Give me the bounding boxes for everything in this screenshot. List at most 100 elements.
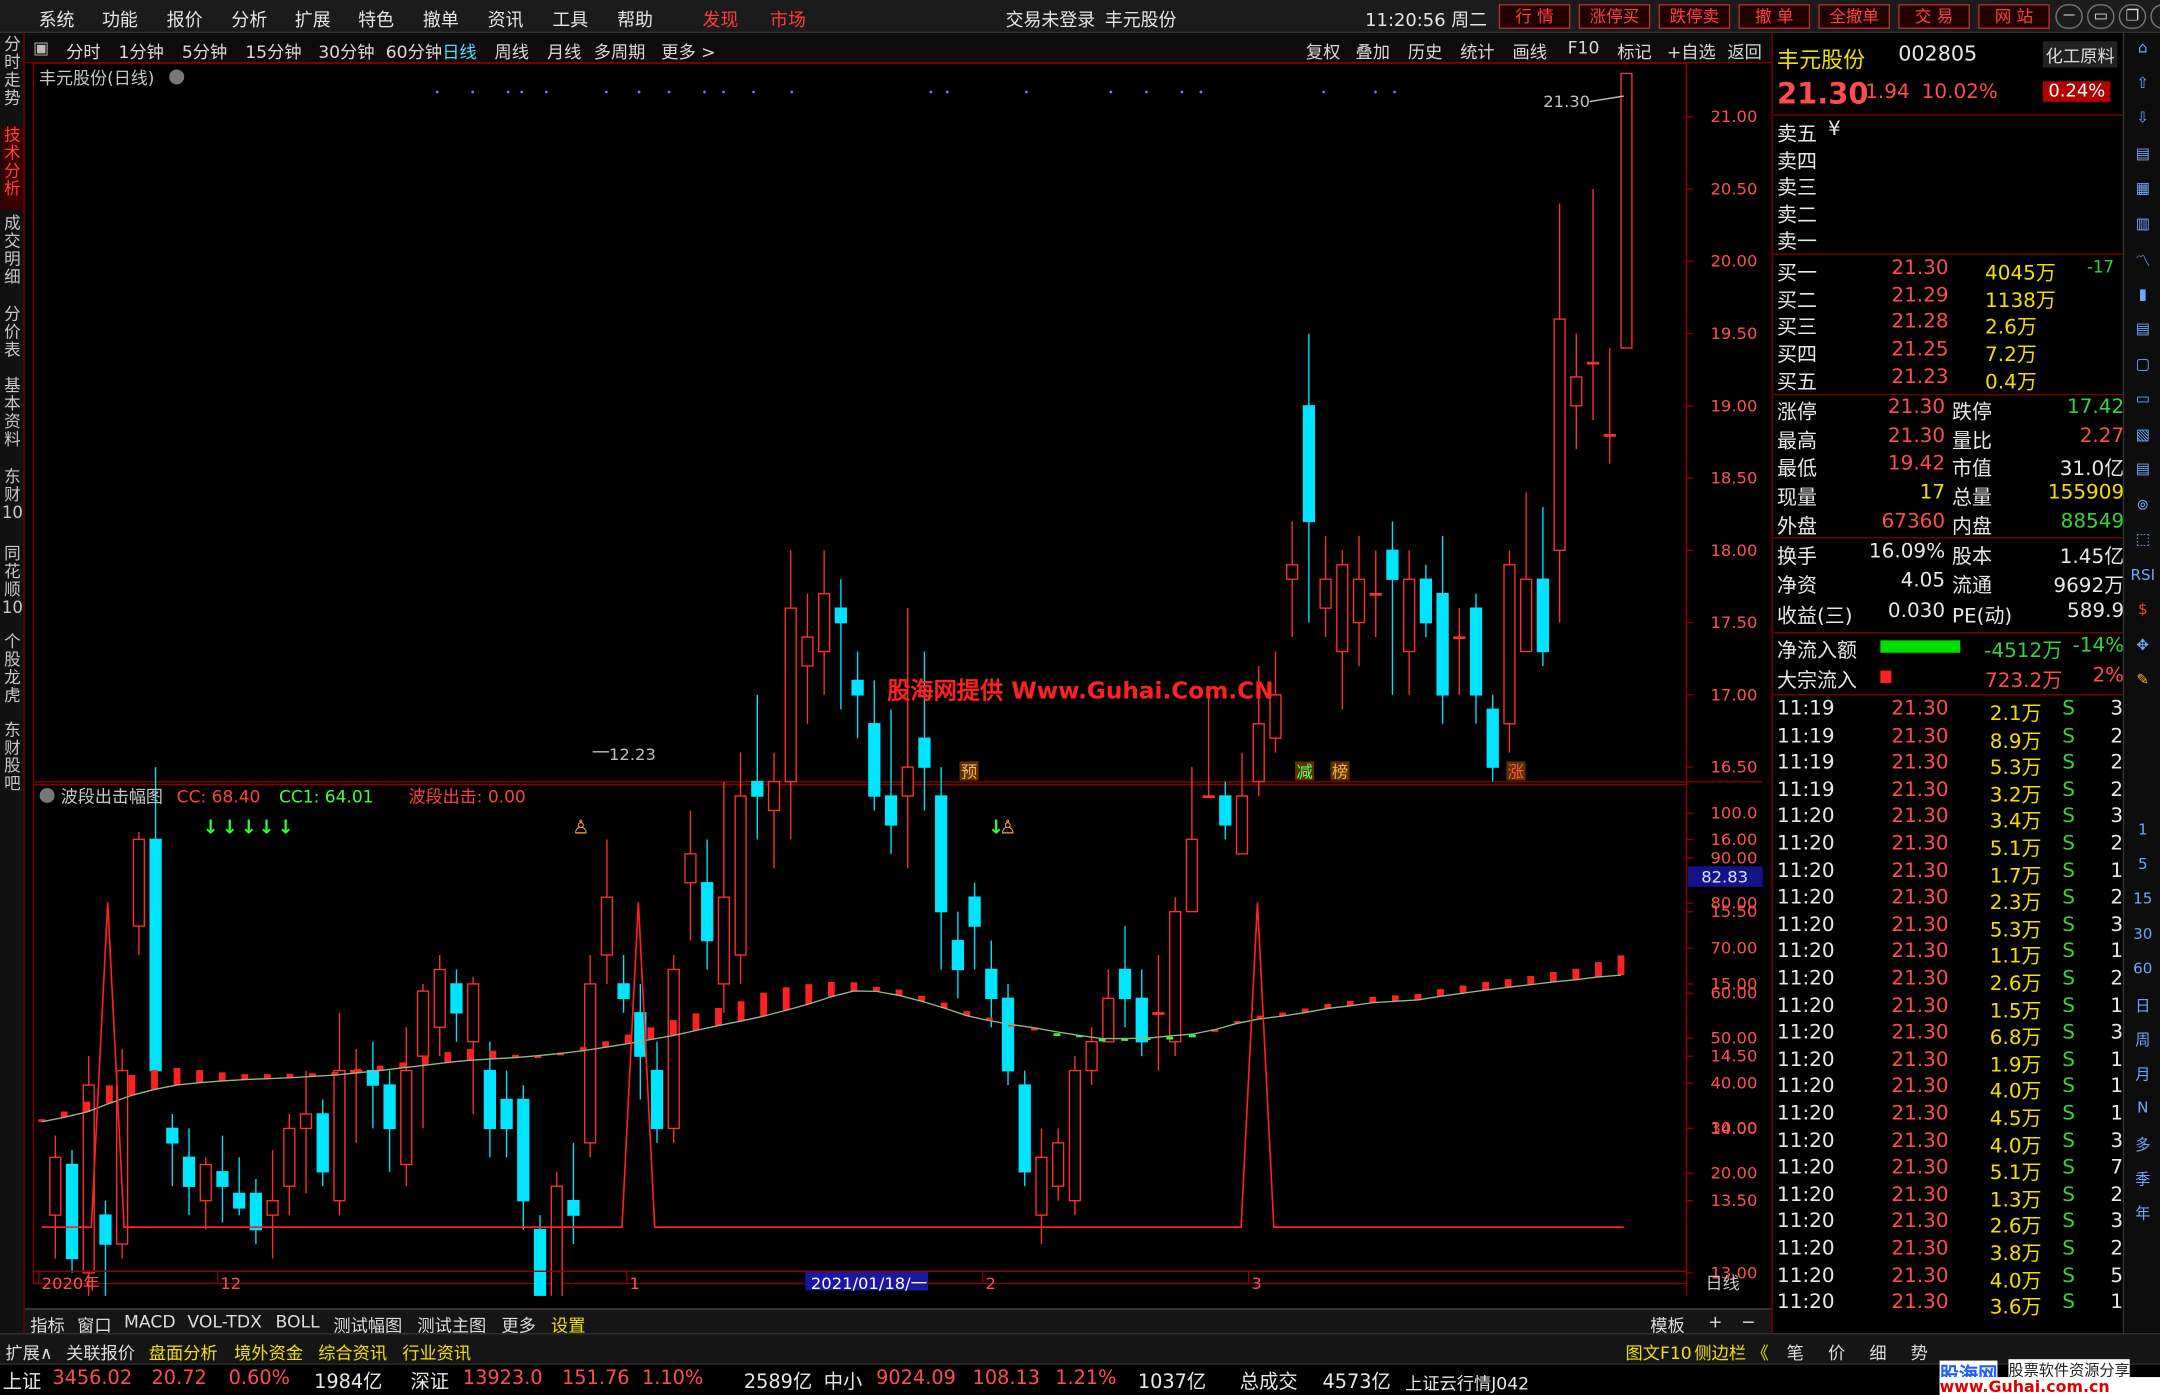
candle[interactable] (400, 1027, 413, 1187)
candle[interactable] (868, 680, 881, 811)
candle[interactable] (1286, 521, 1299, 638)
candle[interactable] (1102, 969, 1115, 1043)
indicator-tab[interactable]: BOLL (276, 1311, 320, 1332)
period-shortcut[interactable]: 5 (2130, 855, 2156, 873)
candle[interactable] (299, 1070, 313, 1194)
candle[interactable] (1085, 1027, 1098, 1086)
candle[interactable] (233, 1157, 246, 1216)
minimize-icon[interactable]: － (2055, 4, 2083, 29)
sidebar-tool-icon[interactable]: ▤ (2130, 144, 2156, 162)
function-tab[interactable]: 关联报价 (66, 1339, 135, 1365)
sidebar-tool-icon[interactable]: ▭ (2130, 390, 2156, 408)
candle[interactable] (333, 1012, 346, 1216)
chart-action-button[interactable]: +自选 (1667, 37, 1716, 63)
left-tab[interactable]: 东财10 (1, 468, 23, 540)
sidebar-tool-icon[interactable]: $ (2130, 600, 2156, 618)
candle[interactable] (751, 694, 764, 840)
candle[interactable] (734, 752, 747, 984)
candle[interactable] (1352, 535, 1366, 666)
left-tab[interactable]: 基本资料 (1, 377, 23, 462)
candle[interactable] (767, 752, 781, 869)
period-shortcut[interactable]: N (2130, 1098, 2156, 1116)
chart-action-button[interactable]: 返回 (1727, 37, 1761, 63)
remove-window-icon[interactable]: − (1741, 1311, 1755, 1332)
candle[interactable] (350, 1048, 363, 1143)
chart-action-button[interactable]: 标记 (1617, 37, 1651, 63)
sidebar-tool-icon[interactable]: ▤ (2130, 319, 2156, 337)
candle[interactable] (383, 1070, 396, 1172)
candle[interactable] (149, 767, 162, 1086)
quick-trade-button[interactable]: 撤 单 (1738, 4, 1811, 29)
period-tab[interactable]: 周线 (495, 37, 529, 63)
restore-icon[interactable]: ▭ (2086, 4, 2115, 29)
candle[interactable] (1369, 550, 1382, 638)
period-shortcut[interactable]: 年 (2130, 1202, 2156, 1224)
sidebar-tool-icon[interactable]: ⊚ (2130, 495, 2156, 513)
period-shortcut[interactable]: 月 (2130, 1064, 2156, 1086)
candle[interactable] (1336, 550, 1349, 710)
candle[interactable] (1536, 506, 1550, 666)
function-tab[interactable]: 境外资金 (234, 1339, 303, 1365)
candle[interactable] (1553, 203, 1566, 623)
candle[interactable] (49, 1135, 62, 1259)
candle[interactable] (1185, 767, 1199, 913)
sidebar-tool-icon[interactable]: 〽 (2130, 249, 2156, 271)
period-shortcut[interactable]: 15 (2130, 890, 2156, 908)
function-right-tab[interactable]: 侧边栏 《 (1694, 1339, 1768, 1365)
candle[interactable] (316, 1099, 329, 1187)
period-tab[interactable]: 15分钟 (245, 37, 301, 63)
chart-action-button[interactable]: 复权 (1306, 37, 1340, 63)
indicator-settings-icon[interactable] (39, 787, 55, 803)
candle[interactable] (1469, 593, 1483, 724)
candle[interactable] (717, 781, 731, 1013)
settings-icon[interactable] (169, 69, 185, 85)
function-right-tab[interactable]: 图文F10 (1626, 1339, 1692, 1365)
detail-tab[interactable]: 势 (1911, 1339, 1928, 1365)
candle[interactable] (985, 940, 998, 1028)
sidebar-tool-icon[interactable]: RSI (2130, 565, 2156, 583)
candle[interactable] (968, 882, 981, 970)
candle[interactable] (1520, 492, 1533, 653)
candle[interactable] (1620, 72, 1633, 349)
function-tab[interactable]: 盘面分析 (149, 1339, 218, 1365)
candle[interactable] (99, 1200, 112, 1296)
candle[interactable] (600, 839, 614, 984)
menu-item[interactable]: 特色 (358, 6, 394, 32)
candle[interactable] (951, 911, 965, 999)
period-tab[interactable]: 1分钟 (118, 37, 163, 63)
candle[interactable] (1219, 781, 1232, 840)
candle[interactable] (517, 1085, 530, 1230)
quick-trade-button[interactable]: 交 易 (1898, 4, 1970, 29)
period-tab[interactable]: 30分钟 (318, 37, 374, 63)
candle[interactable] (82, 1056, 95, 1296)
menu-market[interactable]: 市场 (770, 6, 806, 32)
period-shortcut[interactable]: 30 (2130, 925, 2156, 943)
candle[interactable] (918, 651, 931, 811)
candle[interactable] (617, 954, 630, 1013)
period-shortcut[interactable]: 周 (2130, 1029, 2156, 1051)
candle[interactable] (199, 1157, 212, 1230)
menu-item[interactable]: 分析 (231, 6, 267, 32)
quick-trade-button[interactable]: 全撤单 (1818, 4, 1890, 29)
indicator-tab[interactable]: MACD (124, 1311, 176, 1332)
candle[interactable] (1419, 564, 1433, 638)
candle[interactable] (433, 954, 446, 1057)
period-shortcut[interactable]: 60 (2130, 960, 2156, 978)
left-tab[interactable]: 个股龙虎 (1, 633, 23, 716)
candle[interactable] (1453, 608, 1466, 695)
menu-item[interactable]: 帮助 (617, 6, 653, 32)
sidebar-tool-icon[interactable]: ▧ (2130, 425, 2156, 443)
left-tab[interactable]: 分价表 (1, 305, 23, 372)
menu-item[interactable]: 扩展 (295, 6, 331, 32)
candle[interactable] (1386, 521, 1399, 695)
sidebar-tool-icon[interactable]: ▦ (2130, 179, 2156, 197)
left-tab[interactable]: 同花顺10 (1, 545, 23, 628)
chart-action-button[interactable]: F10 (1568, 37, 1600, 58)
candle[interactable] (500, 1070, 513, 1158)
candle[interactable] (65, 1150, 79, 1273)
quick-trade-button[interactable]: 行 情 (1498, 4, 1571, 29)
candle[interactable] (1068, 1056, 1082, 1216)
candle[interactable] (650, 1041, 664, 1143)
candle[interactable] (216, 1135, 229, 1223)
chart-action-button[interactable]: 历史 (1408, 37, 1442, 63)
